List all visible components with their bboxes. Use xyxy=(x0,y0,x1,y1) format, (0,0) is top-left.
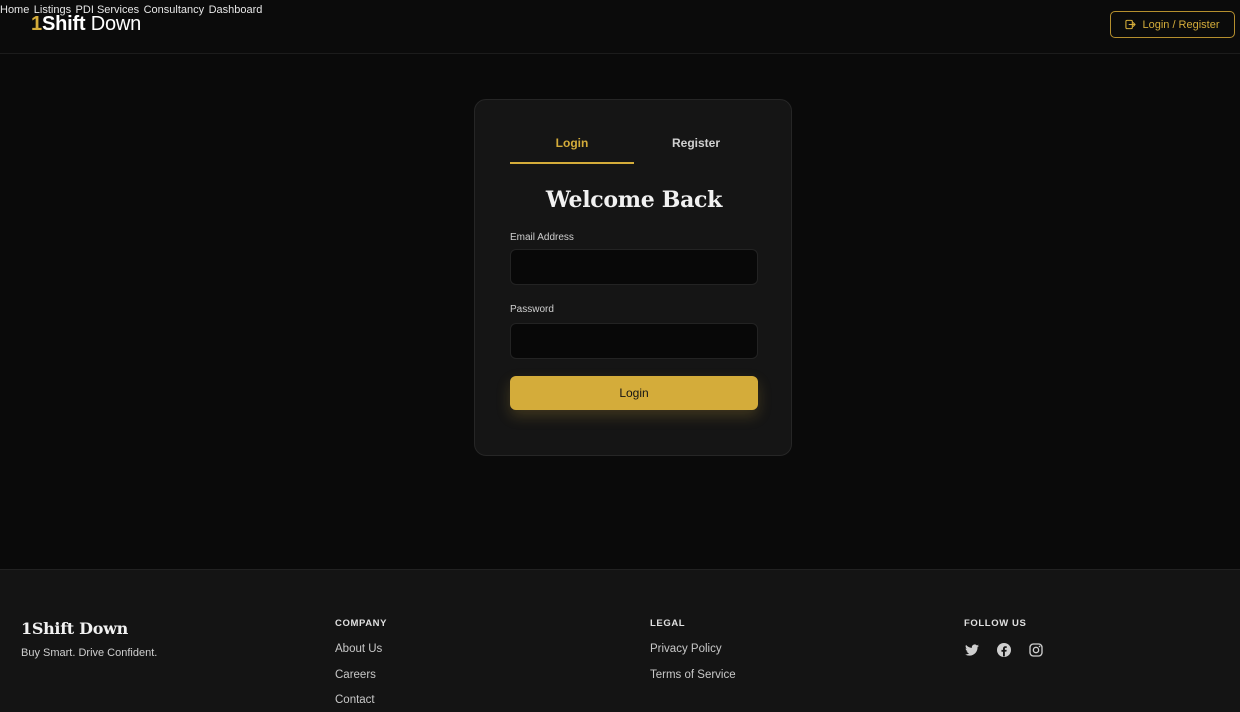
footer-link-about-us[interactable]: About Us xyxy=(335,643,382,655)
footer-company-heading: COMPANY xyxy=(335,618,388,629)
tab-login[interactable]: Login xyxy=(510,136,634,150)
brand-logo[interactable]: 1Shift Down xyxy=(31,13,141,36)
nav-home[interactable]: Home xyxy=(0,4,29,16)
nav-consultancy[interactable]: Consultancy xyxy=(144,4,205,16)
footer-link-privacy-policy[interactable]: Privacy Policy xyxy=(650,643,722,655)
facebook-icon[interactable] xyxy=(996,642,1012,658)
footer-brand: 1Shift Down xyxy=(21,619,128,638)
footer-follow-heading: FOLLOW US xyxy=(964,618,1027,629)
twitter-icon[interactable] xyxy=(964,642,980,658)
main-nav: Home Listings PDI Services Consultancy D… xyxy=(0,0,1240,18)
email-field[interactable] xyxy=(510,249,758,285)
footer-legal-heading: LEGAL xyxy=(650,618,686,629)
footer-link-contact[interactable]: Contact xyxy=(335,694,375,706)
top-navbar: 1Shift Down Home Listings PDI Services C… xyxy=(0,0,1240,54)
auth-card: Login Register Welcome Back Email Addres… xyxy=(474,99,792,456)
footer: 1Shift Down Buy Smart. Drive Confident. … xyxy=(0,569,1240,712)
footer-link-careers[interactable]: Careers xyxy=(335,669,376,681)
login-register-button[interactable]: Login / Register xyxy=(1110,11,1235,38)
login-icon xyxy=(1125,19,1137,30)
email-label: Email Address xyxy=(510,232,574,243)
footer-link-terms-of-service[interactable]: Terms of Service xyxy=(650,669,736,681)
page-title: Welcome Back xyxy=(545,187,723,213)
tab-register[interactable]: Register xyxy=(634,136,758,150)
instagram-icon[interactable] xyxy=(1028,642,1044,658)
footer-tagline: Buy Smart. Drive Confident. xyxy=(21,647,158,659)
login-submit-button[interactable]: Login xyxy=(510,376,758,410)
password-label: Password xyxy=(510,304,554,315)
password-field[interactable] xyxy=(510,323,758,359)
active-tab-indicator xyxy=(510,162,634,164)
nav-dashboard[interactable]: Dashboard xyxy=(209,4,263,16)
login-register-label: Login / Register xyxy=(1142,18,1220,31)
